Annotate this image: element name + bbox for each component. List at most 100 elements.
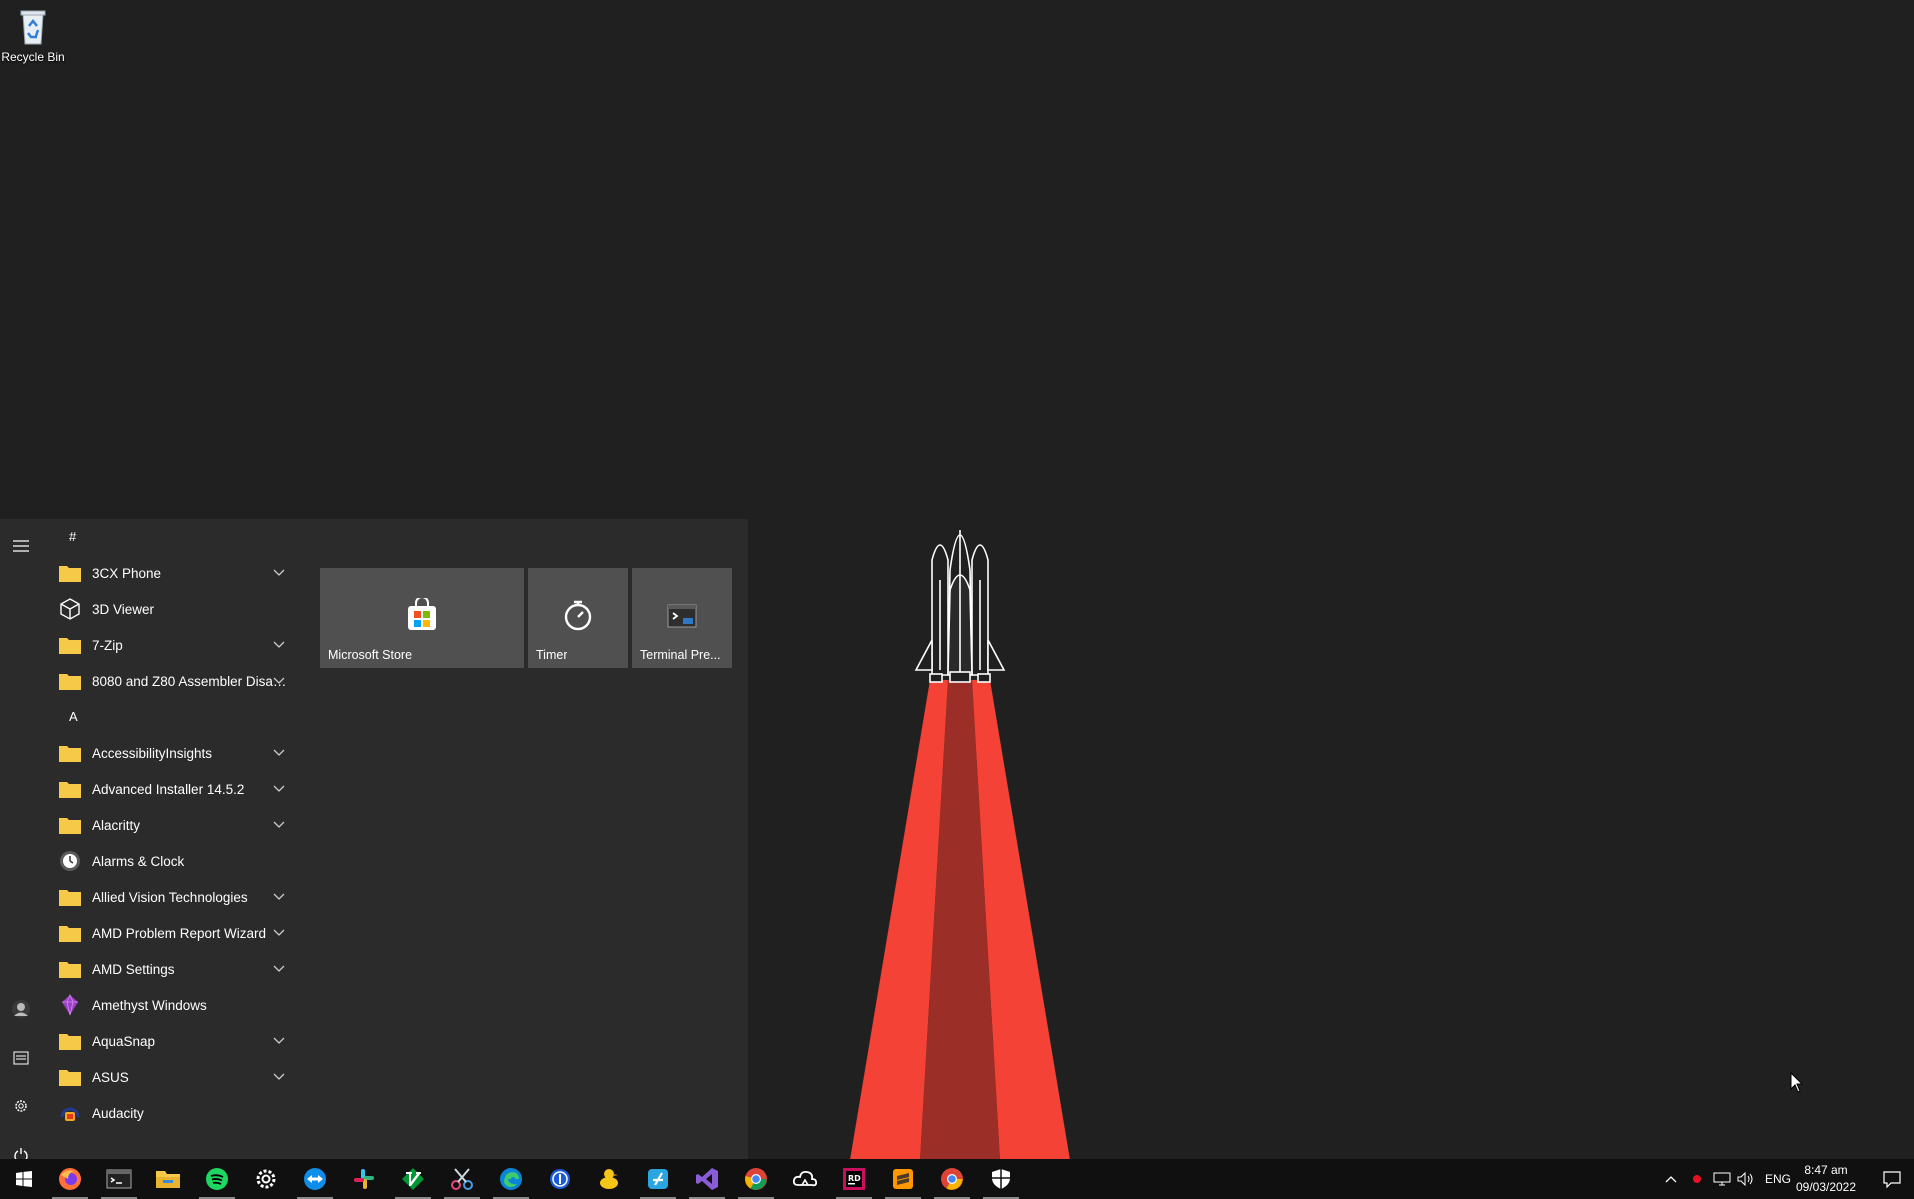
folder-icon (58, 1029, 82, 1053)
chevron-down-icon[interactable] (272, 673, 286, 687)
pinned-tiles: Microsoft Store Timer Terminal Pre... (320, 568, 740, 688)
user-avatar-icon (12, 1000, 30, 1018)
folder-icon (58, 921, 82, 945)
fiddler-icon (648, 1169, 668, 1189)
app-item-7-zip[interactable]: 7-Zip (42, 627, 304, 663)
chevron-down-icon[interactable] (272, 781, 286, 795)
windows-logo-icon (16, 1171, 32, 1187)
tile-microsoft-store[interactable]: Microsoft Store (320, 568, 524, 668)
tray-network[interactable] (1710, 1159, 1734, 1199)
chevron-down-icon[interactable] (272, 1033, 286, 1047)
app-item-allied-vision[interactable]: Allied Vision Technologies (42, 879, 304, 915)
taskbar-teamviewer[interactable] (291, 1159, 339, 1199)
app-item-alarms-clock[interactable]: Alarms & Clock (42, 843, 304, 879)
app-item-accessibilityinsights[interactable]: AccessibilityInsights (42, 735, 304, 771)
app-list[interactable]: # 3CX Phone 3D Viewer 7-Zip 8080 and Z80… (42, 519, 304, 1159)
visual-studio-icon (696, 1168, 718, 1190)
app-name: Advanced Installer 14.5.2 (92, 781, 245, 797)
action-center-button[interactable] (1870, 1159, 1914, 1199)
app-name: 3CX Phone (92, 565, 162, 581)
app-item-asus[interactable]: ASUS (42, 1059, 304, 1095)
taskbar-slack[interactable] (340, 1159, 388, 1199)
taskbar-snipping-tool[interactable] (438, 1159, 486, 1199)
chevron-down-icon[interactable] (272, 565, 286, 579)
cloud-icon (792, 1170, 818, 1187)
app-item-amd-settings[interactable]: AMD Settings (42, 951, 304, 987)
group-header-a[interactable]: A (42, 699, 304, 735)
user-account-button[interactable] (0, 989, 42, 1029)
app-item-amethyst-windows[interactable]: Amethyst Windows (42, 987, 304, 1023)
clock-date: 09/03/2022 (1795, 1180, 1857, 1194)
folder-icon (58, 777, 82, 801)
terminal-icon (667, 604, 697, 628)
chrome-canary-icon (941, 1168, 963, 1190)
chevron-down-icon[interactable] (272, 745, 286, 759)
chevron-down-icon[interactable] (272, 925, 286, 939)
documents-icon (13, 1051, 29, 1065)
tile-timer[interactable]: Timer (528, 568, 628, 668)
taskbar-spotify[interactable] (193, 1159, 241, 1199)
sublime-icon (893, 1169, 913, 1189)
app-item-aquasnap[interactable]: AquaSnap (42, 1023, 304, 1059)
taskbar-sublime[interactable] (879, 1159, 927, 1199)
terminal-icon (106, 1169, 132, 1189)
taskbar-cloud-app[interactable] (781, 1159, 829, 1199)
settings-button[interactable] (0, 1086, 42, 1126)
slack-icon (354, 1169, 374, 1189)
tray-record-indicator[interactable] (1686, 1159, 1708, 1199)
taskbar-rider[interactable]: RD (830, 1159, 878, 1199)
teamviewer-icon (304, 1168, 326, 1190)
taskbar-terminal[interactable] (95, 1159, 143, 1199)
chevron-down-icon[interactable] (272, 817, 286, 831)
taskbar-1password[interactable] (536, 1159, 584, 1199)
taskbar-defender[interactable] (977, 1159, 1025, 1199)
firefox-icon (59, 1168, 81, 1190)
taskbar-cyberduck[interactable] (585, 1159, 633, 1199)
expand-menu-button[interactable] (0, 526, 42, 566)
app-item-advanced-installer[interactable]: Advanced Installer 14.5.2 (42, 771, 304, 807)
group-header-hash[interactable]: # (42, 519, 304, 555)
chevron-down-icon[interactable] (272, 637, 286, 651)
timer-icon (564, 600, 592, 631)
app-item-3d-viewer[interactable]: 3D Viewer (42, 591, 304, 627)
show-hidden-icons-button[interactable] (1660, 1159, 1682, 1199)
start-button[interactable] (0, 1159, 48, 1199)
taskbar-chrome-canary[interactable] (928, 1159, 976, 1199)
taskbar-edge[interactable] (487, 1159, 535, 1199)
tile-terminal-preview[interactable]: Terminal Pre... (632, 568, 732, 668)
chevron-down-icon[interactable] (272, 889, 286, 903)
taskbar-visual-studio[interactable] (683, 1159, 731, 1199)
taskbar-file-explorer[interactable] (144, 1159, 192, 1199)
app-item-3cx-phone[interactable]: 3CX Phone (42, 555, 304, 591)
tray-volume[interactable] (1734, 1159, 1758, 1199)
taskbar-vim[interactable] (389, 1159, 437, 1199)
cyberduck-icon (600, 1169, 618, 1189)
app-item-alacritty[interactable]: Alacritty (42, 807, 304, 843)
snipping-tool-icon (451, 1168, 473, 1190)
folder-icon (58, 741, 82, 765)
recycle-bin[interactable]: Recycle Bin (0, 6, 66, 64)
app-name: Alarms & Clock (92, 853, 185, 869)
app-name: ASUS (92, 1069, 129, 1085)
taskbar-clock[interactable]: 8:47 am 09/03/2022 (1786, 1162, 1866, 1196)
chevron-down-icon[interactable] (272, 961, 286, 975)
taskbar-firefox[interactable] (46, 1159, 94, 1199)
svg-text:RD: RD (848, 1174, 861, 1183)
taskbar-chrome[interactable] (732, 1159, 780, 1199)
volume-icon (1737, 1172, 1753, 1186)
app-item-8080-z80-assembler[interactable]: 8080 and Z80 Assembler Disas... (42, 663, 304, 699)
defender-icon (992, 1169, 1010, 1189)
taskbar-fiddler[interactable] (634, 1159, 682, 1199)
clock-icon (58, 849, 82, 873)
app-name: 8080 and Z80 Assembler Disas... (92, 673, 287, 689)
app-item-audacity[interactable]: Audacity (42, 1095, 304, 1131)
app-item-amd-problem-report[interactable]: AMD Problem Report Wizard (42, 915, 304, 951)
recycle-bin-icon (20, 10, 46, 45)
1password-icon (550, 1169, 570, 1189)
chevron-down-icon[interactable] (272, 1069, 286, 1083)
clock-time: 8:47 am (1804, 1163, 1848, 1177)
app-name: AquaSnap (92, 1033, 156, 1049)
documents-button[interactable] (0, 1038, 42, 1078)
taskbar-settings[interactable] (242, 1159, 290, 1199)
chrome-icon (745, 1168, 767, 1190)
